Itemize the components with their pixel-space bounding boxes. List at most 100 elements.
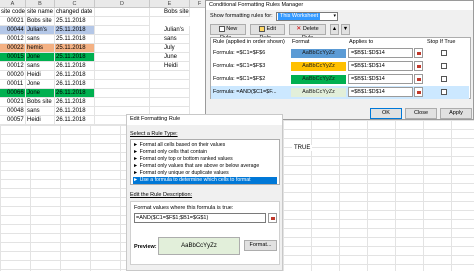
cell-site-name[interactable]: Jone [26, 80, 55, 89]
cell-site-name[interactable]: sans [26, 107, 55, 116]
rule-applies-to-input[interactable]: =$B$1:$D$14 [348, 48, 413, 58]
column-header-b[interactable]: B [26, 0, 55, 8]
cell-e[interactable]: July [150, 44, 190, 53]
cell-site-code[interactable]: 00020 [0, 71, 26, 80]
rule-type-option[interactable]: ► Format only top or bottom ranked value… [133, 156, 277, 163]
cell-changed-date[interactable]: 26.11.2018 [55, 107, 95, 116]
cell-e[interactable] [150, 71, 190, 80]
cell-changed-date[interactable]: 26.11.2018 [55, 116, 95, 125]
cell-e[interactable] [150, 80, 190, 89]
empty-cell[interactable] [95, 8, 150, 17]
cell-site-name[interactable]: Heidi [26, 71, 55, 80]
cell-site-name[interactable]: sans [26, 35, 55, 44]
cell-site-name[interactable]: Julian's [26, 26, 55, 35]
empty-cell[interactable] [95, 80, 150, 89]
range-select-icon[interactable] [414, 74, 423, 84]
stop-if-true-checkbox[interactable] [441, 63, 447, 69]
cell-site-name[interactable]: Bobs site [26, 17, 55, 26]
column-header-d[interactable]: D [95, 0, 150, 8]
cell-changed-date[interactable]: 25.11.2018 [55, 26, 95, 35]
formula-input[interactable]: =AND($C1=$F$1;$B1=$G$1) [134, 213, 266, 223]
cell-changed-date[interactable]: 25.11.2018 [55, 44, 95, 53]
cell-site-code[interactable]: 00066 [0, 89, 26, 98]
rule-type-option[interactable]: ► Use a formula to determine which cells… [133, 177, 277, 184]
cell-site-name[interactable]: Jone [26, 53, 55, 62]
stop-if-true-checkbox[interactable] [441, 76, 447, 82]
cell-site-name[interactable]: hemis [26, 44, 55, 53]
rule-type-option[interactable]: ► Format only values that are above or b… [133, 163, 277, 170]
cell-site-code[interactable]: 00012 [0, 62, 26, 71]
cell-site-code[interactable]: 00048 [0, 107, 26, 116]
move-up-button[interactable]: ▲ [330, 24, 339, 35]
apply-button[interactable]: Apply [440, 108, 472, 119]
rule-applies-to-input[interactable]: =$B$1:$D$14 [348, 61, 413, 71]
column-header-c[interactable]: C [55, 0, 95, 8]
cell-site-code[interactable]: 00057 [0, 116, 26, 125]
header-changed-date[interactable]: changed date [55, 8, 95, 17]
show-rules-select[interactable]: This Worksheet ▾ [276, 12, 338, 21]
cell-changed-date[interactable]: 26.11.2018 [55, 89, 95, 98]
cell-e[interactable]: sans [150, 35, 190, 44]
range-select-icon[interactable] [414, 48, 423, 58]
cell-site-name[interactable]: sans [26, 62, 55, 71]
cell-e[interactable]: Heidi [150, 62, 190, 71]
ok-button[interactable]: OK [370, 108, 402, 119]
rule-applies-to-input[interactable]: =$B$1:$D$14 [348, 87, 413, 97]
cell-site-code[interactable]: 00015 [0, 53, 26, 62]
empty-cell[interactable] [95, 35, 150, 44]
cell-site-code[interactable]: 00012 [0, 35, 26, 44]
cell-site-code[interactable]: 00021 [0, 17, 26, 26]
cell-e[interactable]: Julian's [150, 26, 190, 35]
cell-changed-date[interactable]: 25.11.2018 [55, 35, 95, 44]
empty-cell[interactable] [95, 71, 150, 80]
cell-changed-date[interactable]: 26.11.2018 [55, 62, 95, 71]
edit-rule-button[interactable]: Edit Rule... [250, 24, 285, 41]
empty-cell[interactable] [95, 89, 150, 98]
cell-site-name[interactable]: Heidi [26, 116, 55, 125]
true-cell[interactable]: TRUE [292, 145, 313, 151]
cell-e1[interactable]: Bobs site [150, 8, 190, 17]
column-header-e[interactable]: E [150, 0, 190, 8]
cell-changed-date[interactable]: 26.11.2018 [55, 98, 95, 107]
cell-changed-date[interactable]: 25.11.2018 [55, 17, 95, 26]
empty-cell[interactable] [95, 53, 150, 62]
cell-site-code[interactable]: 00022 [0, 44, 26, 53]
cell-site-code[interactable]: 00044 [0, 26, 26, 35]
header-site-code[interactable]: site code [0, 8, 26, 17]
empty-cell[interactable] [95, 26, 150, 35]
delete-rule-button[interactable]: ✕ Delete Rule [289, 24, 326, 41]
cell-changed-date[interactable]: 25.11.2018 [55, 53, 95, 62]
format-button[interactable]: Format... [244, 240, 277, 251]
rule-type-option[interactable]: ► Format all cells based on their values [133, 142, 277, 149]
range-select-icon[interactable] [414, 61, 423, 71]
empty-cell[interactable] [95, 44, 150, 53]
rule-type-option[interactable]: ► Format only cells that contain [133, 149, 277, 156]
column-header-a[interactable]: A [0, 0, 26, 8]
header-site-name[interactable]: site name [26, 8, 55, 17]
move-down-button[interactable]: ▼ [341, 24, 350, 35]
cell-e[interactable]: June [150, 53, 190, 62]
empty-cell[interactable] [95, 17, 150, 26]
cell-changed-date[interactable]: 26.11.2018 [55, 71, 95, 80]
empty-cell[interactable] [95, 62, 150, 71]
cell-site-name[interactable]: Jone [26, 89, 55, 98]
stop-if-true-checkbox[interactable] [441, 50, 447, 56]
range-select-icon[interactable] [414, 87, 423, 97]
cell-site-code[interactable]: 00021 [0, 98, 26, 107]
rule-row[interactable]: Formula: =AND($C1=$F... AaBbCcYyZz =$B$1:$… [211, 86, 469, 99]
formula-ref-button[interactable] [268, 213, 277, 223]
cell-site-name[interactable]: Bobs site [26, 98, 55, 107]
rule-type-option[interactable]: ► Format only unique or duplicate values [133, 170, 277, 177]
close-button[interactable]: Close [405, 108, 437, 119]
stop-if-true-checkbox[interactable] [441, 89, 447, 95]
rule-row[interactable]: Formula: =$C1=$F$2 AaBbCcYyZz =$B$1:$D$14 [211, 73, 469, 86]
rule-applies-to-input[interactable]: =$B$1:$D$14 [348, 74, 413, 84]
cell-site-code[interactable]: 00011 [0, 80, 26, 89]
empty-cell[interactable] [95, 98, 150, 107]
rule-row[interactable]: Formula: =$C1=$F$3 AaBbCcYyZz =$B$1:$D$14 [211, 60, 469, 73]
rule-row[interactable]: Formula: =$C1=$F$6 AaBbCcYyZz =$B$1:$D$14 [211, 47, 469, 60]
cell-e[interactable] [150, 98, 190, 107]
cell-changed-date[interactable]: 26.11.2018 [55, 80, 95, 89]
cell-e[interactable] [150, 89, 190, 98]
new-rule-button[interactable]: New Rule... [210, 24, 246, 41]
